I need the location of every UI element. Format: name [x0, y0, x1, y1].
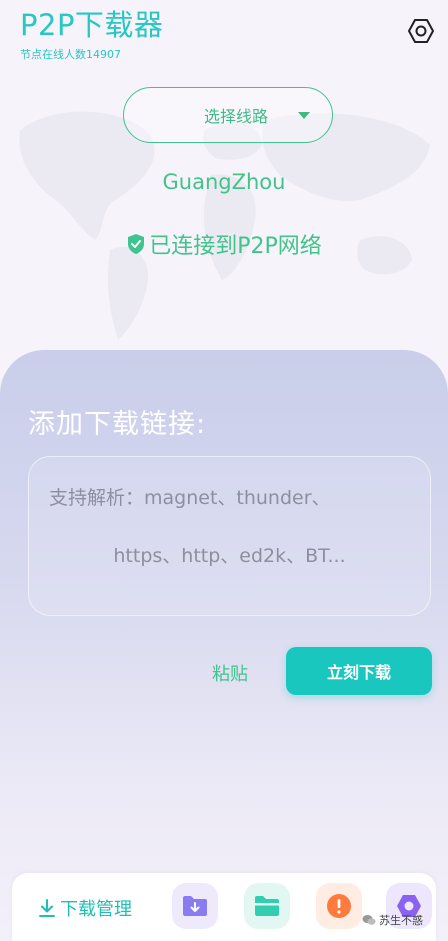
online-label: 节点在线人数 — [20, 48, 86, 61]
folder-icon — [255, 896, 279, 916]
folder-download-icon — [183, 896, 207, 916]
city-name: GuangZhou — [162, 170, 286, 194]
hexagon-settings-icon — [408, 19, 434, 43]
online-nodes: 节点在线人数14907 — [20, 46, 163, 62]
placeholder-line-2: https、http、ed2k、BT... — [113, 545, 346, 567]
connection-status: 已连接到P2P网络 — [0, 228, 448, 260]
route-select-label: 选择线路 — [203, 107, 268, 126]
online-count: 14907 — [86, 48, 121, 61]
alert-icon — [327, 894, 351, 918]
app-header: P2P下载器 节点在线人数14907 — [20, 8, 163, 62]
download-icon — [39, 899, 55, 917]
download-manager-button[interactable]: 下载管理 — [38, 895, 132, 921]
download-now-button[interactable]: 立刻下载 — [286, 647, 432, 695]
caret-down-icon — [298, 112, 310, 119]
watermark: 苏生不惑 — [362, 912, 423, 928]
download-link-input[interactable]: 支持解析：magnet、thunder、 https、http、ed2k、BT.… — [28, 456, 431, 616]
connection-status-text: 已连接到P2P网络 — [149, 234, 322, 259]
settings-button[interactable] — [406, 16, 436, 46]
nav-alerts[interactable] — [316, 883, 362, 929]
bottom-navigation: 下载管理 — [12, 873, 436, 941]
shield-check-icon — [128, 234, 145, 254]
add-link-title: 添加下载链接: — [28, 409, 207, 440]
nav-files-folder[interactable] — [244, 883, 290, 929]
wechat-icon — [362, 915, 376, 925]
app-title: P2P下载器 — [20, 8, 164, 42]
download-manager-label: 下载管理 — [60, 899, 132, 920]
route-select-dropdown[interactable]: 选择线路 — [123, 87, 333, 143]
nav-downloads-folder[interactable] — [172, 883, 218, 929]
watermark-text: 苏生不惑 — [379, 914, 423, 927]
placeholder-line-1: 支持解析：magnet、thunder、 — [49, 487, 331, 509]
paste-button[interactable]: 粘贴 — [212, 660, 248, 686]
